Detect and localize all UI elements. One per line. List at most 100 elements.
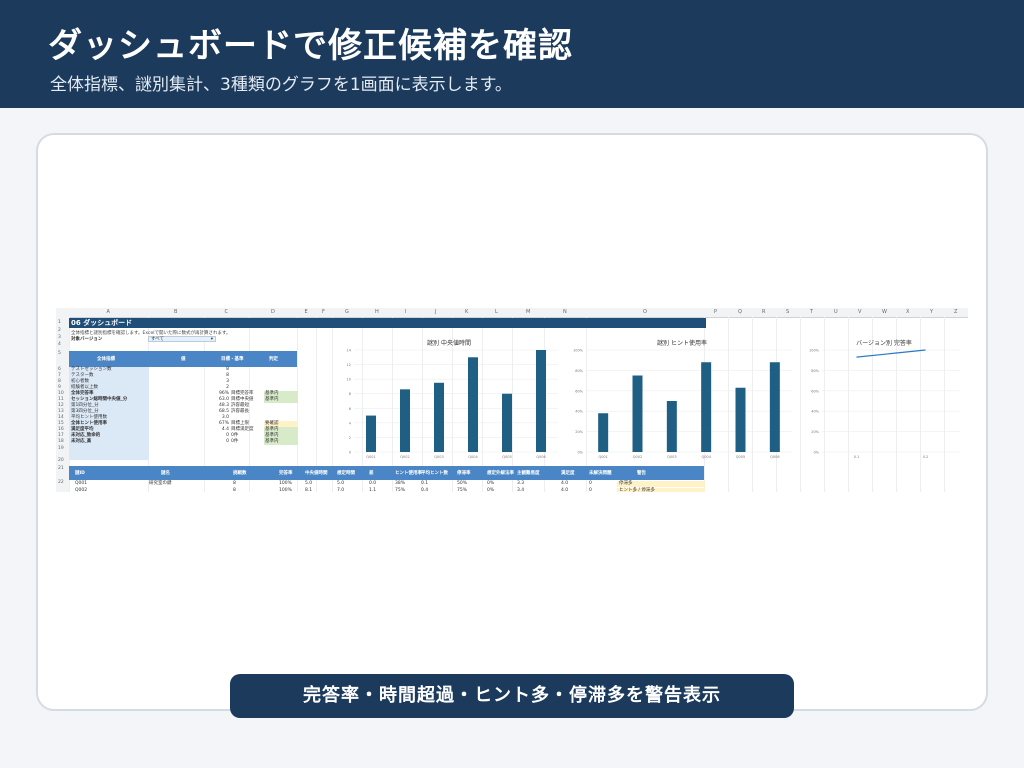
detail-header-cell: 謎名 [161, 471, 170, 476]
column-header-cell[interactable]: K [465, 309, 468, 315]
column-header-cell[interactable]: S [786, 309, 789, 315]
table-cell: 3.4 [517, 488, 525, 492]
x-tick-label: Q006 [536, 455, 545, 459]
detail-header-cell: 主観難易度 [517, 471, 540, 476]
table-row[interactable]: Q002 8 100% 8.1 7.0 1.1 75% 0.4 75% 0% 3.4 4.0 0 ヒント多… [69, 488, 705, 492]
chart-hint-rate: 謎別 ヒント使用率 0% 20% 40% 60% 80% 100% Q001 Q002 Q003 Q… [564, 336, 800, 462]
bar-q005 [502, 393, 512, 452]
row-header-cell[interactable]: 11 [58, 397, 64, 402]
row-header-cell[interactable]: 2 [58, 328, 61, 333]
table-cell: 38% [395, 481, 406, 486]
table-cell: 75% [395, 488, 406, 492]
column-header-cell[interactable]: I [405, 309, 406, 315]
column-header-cell[interactable]: T [810, 309, 813, 315]
row-header-cell[interactable]: 20 [58, 458, 64, 463]
row-header-cell[interactable]: 14 [58, 415, 64, 420]
table-cell: Q002 [75, 488, 88, 492]
column-header-cell[interactable]: G [345, 309, 349, 315]
detail-header-cell: ヒント使用率 [395, 471, 422, 476]
table-cell: 50% [457, 481, 468, 486]
table-cell: 3.3 [517, 481, 525, 486]
table-cell: 5.0 [337, 481, 345, 486]
row-header-cell[interactable]: 19 [58, 446, 64, 451]
table-cell: 8 [233, 481, 236, 486]
column-header-cell[interactable]: Q [738, 309, 742, 315]
x-tick-label: Q002 [400, 455, 409, 459]
row-header-cell[interactable]: 7 [58, 373, 61, 378]
column-header-cell[interactable]: N [563, 309, 567, 315]
detail-header-cell: 警告 [637, 471, 646, 476]
bar-q003 [434, 382, 444, 452]
row-header-cell[interactable]: 9 [58, 385, 61, 390]
row-header-cell[interactable]: 12 [58, 403, 64, 408]
table-cell: 0% [487, 481, 495, 486]
chevron-down-icon: ▾ [210, 337, 213, 342]
detail-header-cell: 平均ヒント数 [421, 471, 448, 476]
y-tick-label: 20% [811, 430, 819, 434]
row-header-cell[interactable]: 4 [58, 342, 61, 347]
detail-header-cell: 停滞率 [457, 471, 471, 476]
row-header-cell[interactable]: 18 [58, 439, 64, 444]
row-header-cell[interactable]: 22 [58, 480, 64, 485]
column-header-cell[interactable]: V [858, 309, 861, 315]
detail-header-cell: 想定外解法率 [487, 471, 514, 476]
column-header-cell[interactable]: O [643, 309, 647, 315]
row-header-cell[interactable]: 1 [58, 320, 61, 325]
bar-q006 [769, 362, 780, 452]
bar-q004 [468, 357, 478, 452]
column-header-cell[interactable]: E [305, 309, 308, 315]
column-header-cell[interactable]: J [435, 309, 436, 315]
y-tick-label: 80% [575, 369, 583, 373]
bar-q003 [666, 401, 677, 452]
column-header-cell[interactable]: B [174, 309, 177, 315]
y-tick-label: 10 [347, 378, 351, 382]
bar-q001 [598, 413, 609, 452]
column-header-cell[interactable]: A [107, 309, 110, 315]
y-tick-label: 100% [573, 349, 584, 353]
slide-title: ダッシュボードで修正候補を確認 [48, 26, 573, 66]
version-select[interactable]: すべて ▾ [148, 336, 216, 342]
table-cell: 0.0 [369, 481, 377, 486]
column-header-cell[interactable]: H [375, 309, 379, 315]
column-header-cell[interactable]: C [225, 309, 229, 315]
row-header-cell[interactable]: 16 [58, 427, 64, 432]
column-header-cell[interactable]: W [882, 309, 887, 315]
column-header-cell[interactable]: Y [930, 309, 933, 315]
table-cell: 停滞多 [617, 481, 705, 487]
row-header-cell[interactable]: 13 [58, 409, 64, 414]
detail-header: 謎ID 謎名 挑戦数 完答率 中央値時間 想定時間 差 ヒント使用率 平均ヒント数 停滞率 想定外解… [69, 466, 704, 480]
column-header-cell[interactable]: R [762, 309, 765, 315]
table-row[interactable]: Q001 研究室の鍵 8 100% 5.0 5.0 0.0 38% 0.1 50% 0% 3.3 4.0… [69, 481, 705, 487]
row-header-cell[interactable]: 3 [58, 335, 61, 340]
column-header-cell[interactable]: L [495, 309, 498, 315]
column-header-cell[interactable]: F [322, 309, 325, 315]
row-header-cell[interactable]: 8 [58, 379, 61, 384]
y-tick-label: 0% [577, 451, 583, 455]
column-header-cell[interactable]: X [906, 309, 909, 315]
column-header-cell[interactable]: P [714, 309, 717, 315]
table-cell: 0 [589, 488, 592, 492]
column-header-cell[interactable]: D [271, 309, 275, 315]
bar-q001 [366, 415, 376, 452]
spreadsheet[interactable]: ABCDEFGHIJKLMNOPQRSTUVWXYZ 1 2 3 4 5 6 7 8 9 10 11… [56, 308, 968, 492]
row-header-cell[interactable]: 17 [58, 433, 64, 438]
row-header-cell[interactable]: 21 [58, 466, 64, 471]
column-header-cell[interactable]: Z [954, 309, 957, 315]
row-header-cell[interactable]: 10 [58, 391, 64, 396]
kpi-value: 0 [226, 439, 229, 444]
bar-q005 [735, 387, 746, 452]
row-header-cell[interactable]: 15 [58, 421, 64, 426]
table-cell: 7.0 [337, 488, 345, 492]
detail-header-cell: 挑戦数 [233, 471, 247, 476]
row-header-cell[interactable]: 5 [58, 351, 61, 356]
y-tick-label: 6 [349, 407, 351, 411]
row-header-cell[interactable]: 6 [58, 367, 61, 372]
kpi-header-status: 判定 [269, 357, 278, 362]
kpi-status-badge: 基準内 [264, 439, 298, 445]
version-select-value: すべて [151, 337, 165, 342]
table-cell: 0.1 [421, 481, 429, 486]
y-tick-label: 40% [575, 410, 583, 414]
column-header-cell[interactable]: M [526, 309, 530, 315]
chart-median-time: 謎別 中央値時間 0 2 4 6 8 10 12 14 Q001 Q002 Q003 Q004 Q005 Q… [332, 336, 566, 462]
column-header-cell[interactable]: U [834, 309, 838, 315]
